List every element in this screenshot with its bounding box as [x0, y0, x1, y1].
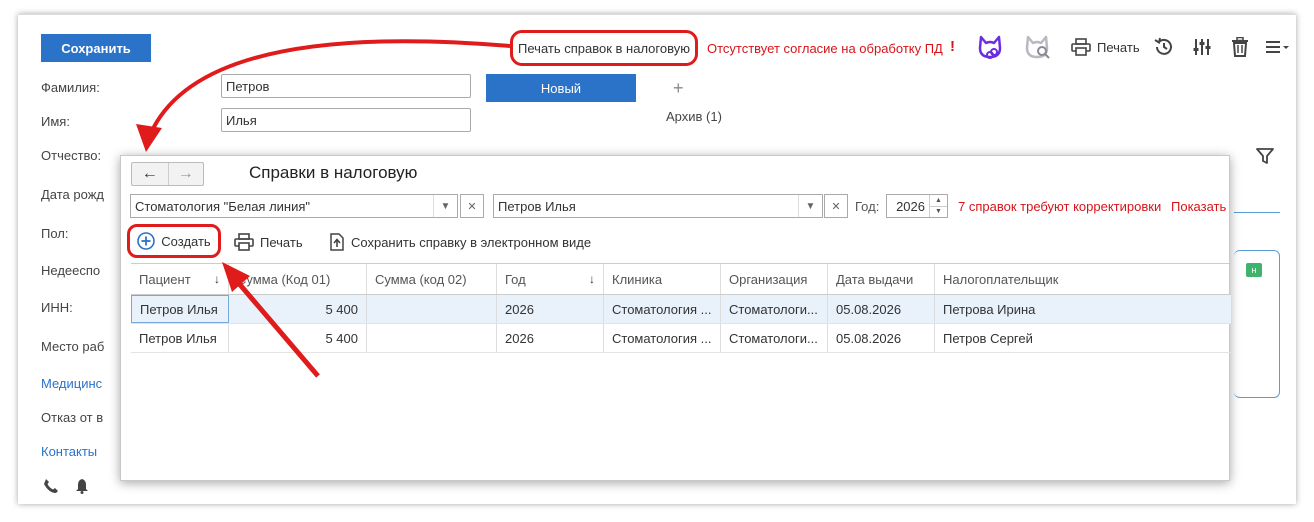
- cell-patient: Петров Илья: [131, 324, 229, 352]
- cell-sum-02: [367, 324, 497, 352]
- cell-sum-01: 5 400: [229, 324, 367, 352]
- name-label: Имя:: [41, 114, 70, 129]
- bell-icon[interactable]: [75, 478, 89, 494]
- cell-organization: Стоматологи...: [721, 324, 828, 352]
- add-plus-icon[interactable]: +: [673, 78, 684, 99]
- more-menu-icon[interactable]: [1264, 34, 1292, 60]
- new-button[interactable]: Новый: [486, 74, 636, 102]
- cell-patient: Петров Илья: [131, 295, 229, 323]
- dialog-print-label: Печать: [260, 234, 303, 250]
- table-row[interactable]: Петров Илья 5 400 2026 Стоматология ... …: [131, 295, 1231, 324]
- print-label: Печать: [1097, 39, 1140, 55]
- cat-link-icon[interactable]: [974, 34, 1006, 60]
- save-electronic-label: Сохранить справку в электронном виде: [351, 234, 592, 250]
- history-icon[interactable]: [1152, 34, 1176, 60]
- trash-icon[interactable]: [1228, 34, 1252, 60]
- right-badge: н: [1246, 263, 1262, 277]
- year-down-icon[interactable]: ▼: [930, 205, 947, 218]
- plus-circle-icon: [137, 232, 156, 250]
- certificates-table: Пациент ↓ Сумма (Код 01) Сумма (код 02) Г…: [131, 263, 1231, 353]
- cell-year: 2026: [497, 295, 604, 323]
- print-tax-certificates-button[interactable]: Печать справок в налоговую: [510, 30, 698, 66]
- medical-link[interactable]: Медицинс: [41, 376, 102, 391]
- col-issue-date[interactable]: Дата выдачи: [828, 264, 935, 294]
- dialog-title: Справки в налоговую: [249, 163, 418, 182]
- surname-input[interactable]: [221, 74, 471, 98]
- contacts-link[interactable]: Контакты: [41, 444, 97, 459]
- cell-taxpayer: Петрова Ирина: [943, 301, 1036, 317]
- no-consent-warning[interactable]: Отсутствует согласие на обработку ПД: [707, 41, 943, 56]
- col-patient[interactable]: Пациент ↓: [131, 264, 229, 294]
- cell-year: 2026: [497, 324, 604, 352]
- save-button[interactable]: Сохранить: [41, 34, 151, 62]
- workplace-label: Место раб: [41, 339, 105, 354]
- filter-icon[interactable]: [1256, 147, 1274, 168]
- table-header: Пациент ↓ Сумма (Код 01) Сумма (код 02) Г…: [131, 264, 1231, 295]
- col-taxpayer[interactable]: Налогоплательщик: [935, 264, 1231, 294]
- settings-sliders-icon[interactable]: [1190, 34, 1214, 60]
- print-button[interactable]: Печать: [1071, 38, 1140, 56]
- create-button[interactable]: Создать: [127, 224, 221, 258]
- chevron-down-icon[interactable]: ▼: [433, 195, 457, 217]
- archive-link[interactable]: Архив (1): [666, 109, 722, 124]
- cell-taxpayer: Петров Сергей: [943, 330, 1033, 346]
- clinic-select[interactable]: Стоматология "Белая линия" ▼: [130, 194, 458, 218]
- printer-icon: [234, 233, 254, 251]
- forward-arrow-icon[interactable]: →: [167, 163, 204, 185]
- nav-buttons: ← →: [131, 162, 204, 186]
- cell-clinic: Стоматология ...: [604, 295, 721, 323]
- printer-icon: [1071, 38, 1091, 56]
- create-label: Создать: [161, 233, 211, 249]
- patient-select[interactable]: Петров Илья ▼: [493, 194, 823, 218]
- col-sum-01[interactable]: Сумма (Код 01): [229, 264, 367, 294]
- print-tax-label: Печать справок в налоговую: [518, 40, 690, 56]
- back-arrow-icon[interactable]: ←: [132, 163, 168, 185]
- clear-clinic-icon[interactable]: ✕: [460, 194, 484, 218]
- year-stepper[interactable]: 2026 ▲ ▼: [886, 194, 948, 218]
- phone-icon[interactable]: [43, 478, 59, 494]
- incapable-label: Недееспо: [41, 263, 101, 278]
- col-year[interactable]: Год ↓: [497, 264, 604, 294]
- need-correction-warning: 7 справок требуют корректировки: [958, 199, 1162, 214]
- sex-label: Пол:: [41, 226, 69, 241]
- refusal-label: Отказ от в: [41, 410, 104, 425]
- year-up-icon[interactable]: ▲: [930, 195, 947, 206]
- cell-issue-date: 05.08.2026: [828, 295, 935, 323]
- col-organization[interactable]: Организация: [721, 264, 828, 294]
- cell-sum-02: [367, 295, 497, 323]
- sort-down-icon: ↓: [214, 272, 220, 286]
- cell-issue-date: 05.08.2026: [828, 324, 935, 352]
- patronymic-label: Отчество:: [41, 148, 102, 163]
- sort-down-icon: ↓: [589, 272, 595, 286]
- right-panel-divider: [1234, 212, 1280, 213]
- upload-file-icon: [330, 233, 344, 251]
- year-value: 2026: [896, 199, 925, 214]
- clear-patient-icon[interactable]: ✕: [824, 194, 848, 218]
- dialog-print-button[interactable]: Печать: [234, 233, 303, 251]
- cell-organization: Стоматологи...: [721, 295, 828, 323]
- patient-value: Петров Илья: [498, 198, 576, 214]
- table-row[interactable]: Петров Илья 5 400 2026 Стоматология ... …: [131, 324, 1231, 353]
- show-link[interactable]: Показать: [1171, 199, 1226, 214]
- cell-clinic: Стоматология ...: [604, 324, 721, 352]
- cell-sum-01: 5 400: [229, 295, 367, 323]
- col-clinic[interactable]: Клиника: [604, 264, 721, 294]
- inn-label: ИНН:: [41, 300, 73, 315]
- name-input[interactable]: [221, 108, 471, 132]
- col-sum-02[interactable]: Сумма (код 02): [367, 264, 497, 294]
- chevron-down-icon[interactable]: ▼: [798, 195, 822, 217]
- birth-date-label: Дата рожд: [41, 187, 104, 202]
- year-label: Год:: [855, 199, 880, 214]
- tax-certificates-dialog: ← → Справки в налоговую Стоматология "Бе…: [120, 155, 1231, 481]
- cat-search-icon[interactable]: [1022, 34, 1054, 60]
- warning-exclaim-icon: !: [950, 38, 955, 55]
- surname-label: Фамилия:: [41, 80, 100, 95]
- save-electronic-button[interactable]: Сохранить справку в электронном виде: [329, 233, 591, 251]
- clinic-value: Стоматология "Белая линия": [135, 198, 311, 214]
